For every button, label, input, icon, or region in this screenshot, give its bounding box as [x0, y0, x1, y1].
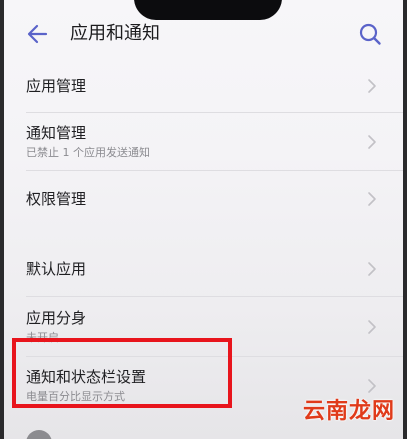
chevron-right-icon: [368, 320, 376, 334]
list-item-notification-management[interactable]: 通知管理 已禁止 1 个应用发送通知: [4, 113, 403, 171]
list-item-default-apps[interactable]: 默认应用: [4, 241, 403, 297]
search-button[interactable]: [356, 20, 384, 48]
list-item-label: 应用管理: [26, 76, 87, 95]
search-icon: [359, 23, 381, 45]
chevron-right-icon: [368, 379, 376, 393]
page-title: 应用和通知: [70, 23, 160, 44]
chevron-right-icon: [368, 135, 376, 149]
partial-app-icon: [26, 430, 52, 439]
chevron-right-icon: [368, 262, 376, 276]
arrow-left-icon: [27, 24, 48, 44]
chevron-right-icon: [368, 78, 376, 93]
list-item-label: 默认应用: [26, 260, 87, 278]
highlight-box: [12, 338, 232, 408]
list-item-subtitle: 已禁止 1 个应用发送通知: [26, 146, 150, 159]
list-item-label: 通知管理: [26, 124, 87, 142]
chevron-right-icon: [368, 192, 376, 206]
list-item-permission-management[interactable]: 权限管理: [4, 171, 403, 227]
watermark: 云南龙网: [302, 399, 395, 424]
list-item-label: 应用分身: [26, 309, 87, 327]
list-item-app-management[interactable]: 应用管理: [4, 58, 403, 113]
list-item-label: 权限管理: [26, 190, 87, 208]
back-button[interactable]: [24, 20, 52, 48]
app-bar: 应用和通知: [4, 0, 403, 64]
